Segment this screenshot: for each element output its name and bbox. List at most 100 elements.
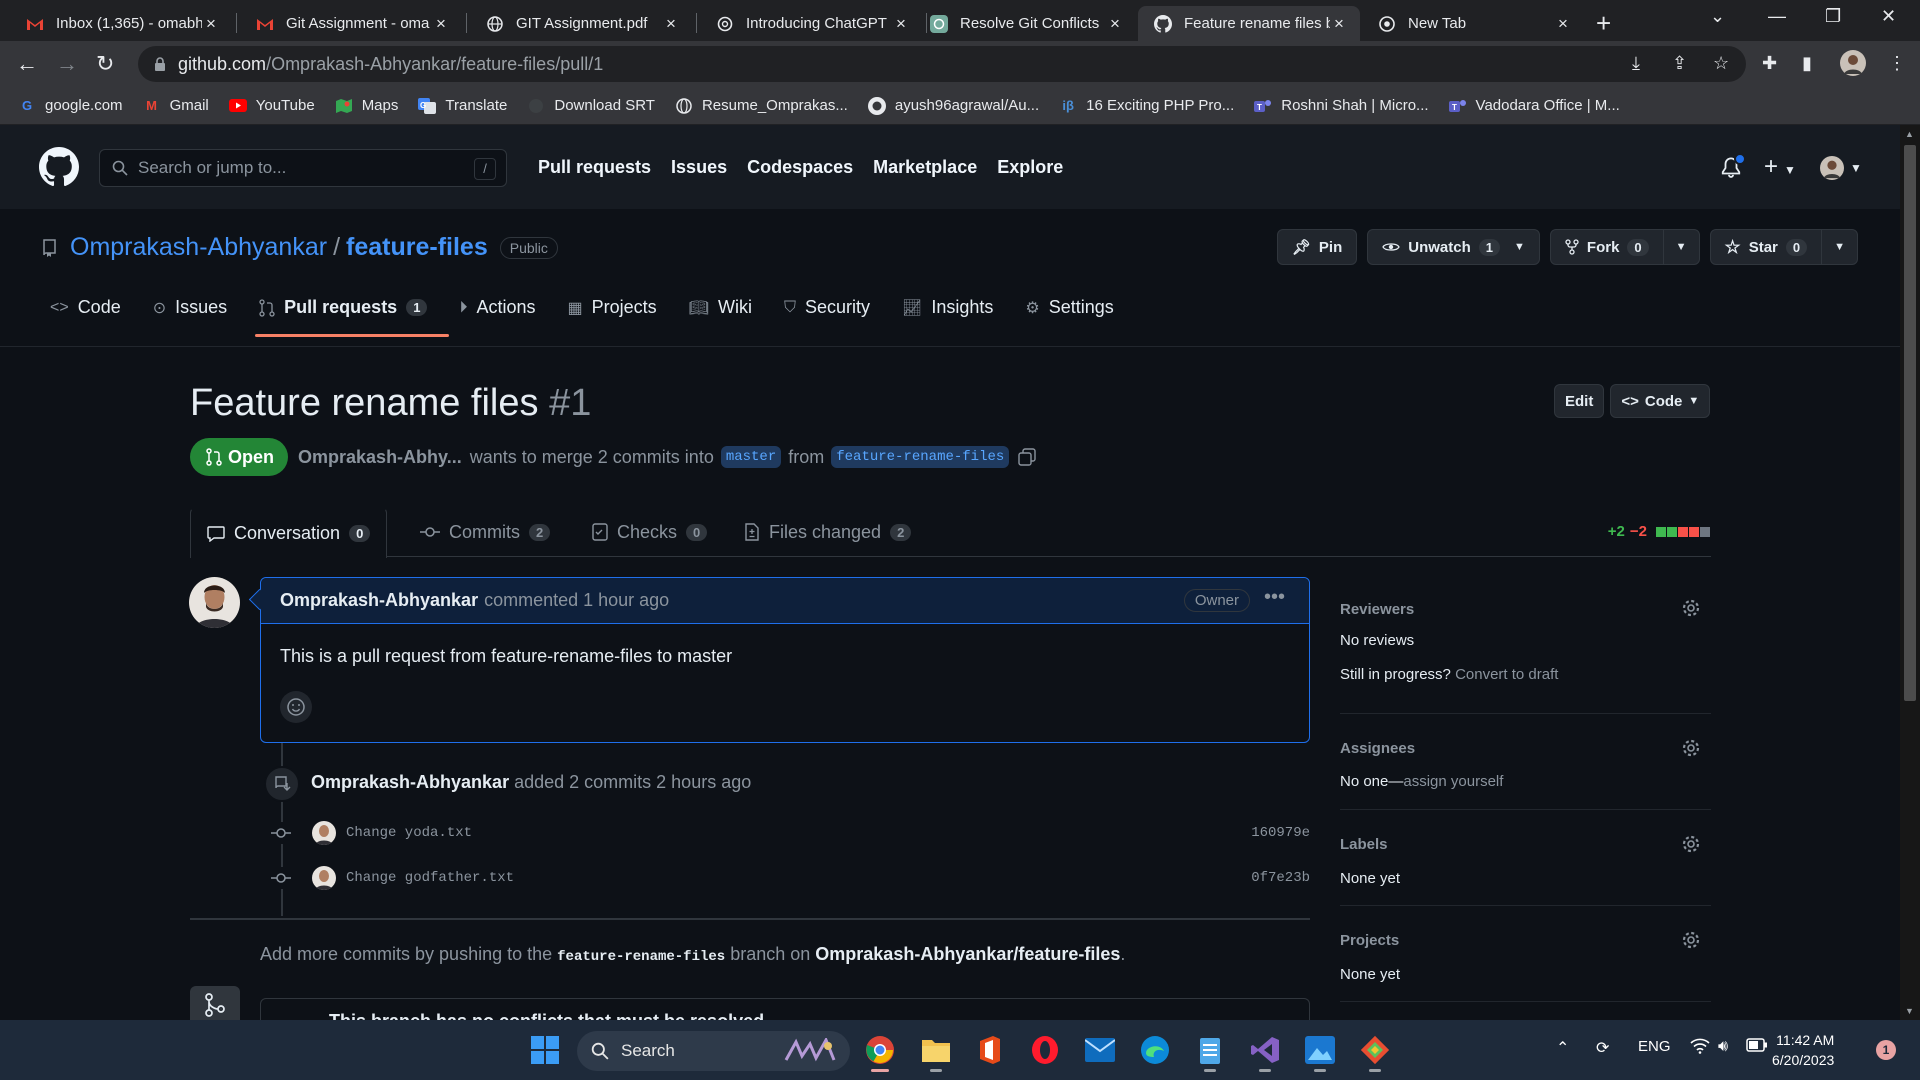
tab-projects[interactable]: ▦ Projects bbox=[565, 297, 666, 334]
close-icon[interactable]: × bbox=[1330, 14, 1348, 34]
chrome-menu-icon[interactable]: ⋮ bbox=[1888, 53, 1906, 74]
base-branch[interactable]: master bbox=[720, 446, 782, 468]
commit-sha-link[interactable]: 160979e bbox=[1251, 825, 1310, 841]
browser-tab[interactable]: Inbox (1,365) - omabh × bbox=[10, 6, 232, 41]
github-logo-icon[interactable] bbox=[39, 147, 79, 187]
browser-tab[interactable]: Resolve Git Conflicts × bbox=[914, 6, 1136, 41]
tab-issues[interactable]: ⊙ Issues bbox=[151, 297, 237, 334]
clock[interactable]: 11:42 AM 6/20/2023 bbox=[1772, 1030, 1834, 1070]
bookmark[interactable]: Ggoogle.com bbox=[18, 97, 123, 115]
nav-codespaces[interactable]: Codespaces bbox=[747, 157, 853, 178]
bookmark[interactable]: M Gmail bbox=[143, 97, 209, 115]
reload-icon[interactable]: ↻ bbox=[96, 51, 114, 77]
close-icon[interactable]: × bbox=[432, 14, 450, 34]
side-panel-icon[interactable]: ▮ bbox=[1802, 53, 1812, 74]
wifi-icon[interactable] bbox=[1690, 1038, 1710, 1054]
tab-security[interactable]: ⛉ Security bbox=[782, 297, 880, 334]
profile-avatar[interactable] bbox=[1840, 50, 1866, 76]
bookmark[interactable]: iβ 16 Exciting PHP Pro... bbox=[1059, 97, 1234, 115]
convert-to-draft-link[interactable]: Convert to draft bbox=[1455, 666, 1558, 683]
address-bar[interactable]: github.com/Omprakash-Abhyankar/feature-f… bbox=[138, 46, 1746, 82]
gear-icon[interactable] bbox=[1681, 834, 1701, 854]
tab-checks[interactable]: Checks 0 bbox=[576, 507, 723, 557]
gear-icon[interactable] bbox=[1681, 930, 1701, 950]
nav-explore[interactable]: Explore bbox=[997, 157, 1063, 178]
close-icon[interactable]: × bbox=[662, 14, 680, 34]
browser-tab[interactable]: Introducing ChatGPT × bbox=[700, 6, 922, 41]
chrome-app-icon[interactable] bbox=[860, 1030, 900, 1072]
close-icon[interactable]: × bbox=[1106, 14, 1124, 34]
head-branch[interactable]: feature-rename-files bbox=[831, 446, 1010, 468]
browser-tab[interactable]: GIT Assignment.pdf × bbox=[470, 6, 692, 41]
avatar[interactable] bbox=[312, 821, 336, 845]
windows-start-icon[interactable] bbox=[525, 1030, 565, 1070]
minimize-icon[interactable]: — bbox=[1768, 6, 1786, 27]
create-new-icon[interactable]: + ▼ bbox=[1764, 153, 1796, 181]
browser-tab[interactable]: New Tab × bbox=[1362, 6, 1584, 41]
nav-issues[interactable]: Issues bbox=[671, 157, 727, 178]
edge-icon[interactable] bbox=[1135, 1030, 1175, 1070]
assignees-heading[interactable]: Assignees bbox=[1340, 740, 1711, 757]
tab-files-changed[interactable]: Files changed 2 bbox=[728, 507, 927, 557]
push-repo-link[interactable]: Omprakash-Abhyankar/feature-files bbox=[815, 944, 1120, 964]
language-indicator[interactable]: ENG bbox=[1638, 1038, 1671, 1055]
scroll-thumb[interactable] bbox=[1904, 145, 1916, 701]
code-button[interactable]: <> Code ▼ bbox=[1610, 384, 1711, 418]
close-icon[interactable]: × bbox=[1554, 14, 1572, 34]
mail-icon[interactable] bbox=[1080, 1030, 1120, 1070]
tab-insights[interactable]: 📈︎ Insights bbox=[900, 297, 1003, 334]
bookmark[interactable]: T Roshni Shah | Micro... bbox=[1254, 97, 1429, 115]
tab-actions[interactable]: ⏵ Actions bbox=[457, 297, 545, 334]
edit-button[interactable]: Edit bbox=[1554, 384, 1605, 418]
taskbar-search[interactable]: Search bbox=[577, 1031, 850, 1071]
git-app-icon[interactable] bbox=[1355, 1030, 1395, 1072]
bookmark[interactable]: Resume_Omprakas... bbox=[675, 97, 848, 115]
assign-yourself-link[interactable]: assign yourself bbox=[1403, 773, 1503, 790]
tab-commits[interactable]: Commits 2 bbox=[404, 507, 566, 557]
notification-badge[interactable]: 1 bbox=[1876, 1040, 1896, 1060]
forward-icon[interactable]: → bbox=[56, 51, 78, 77]
scroll-up-icon[interactable]: ▲ bbox=[1905, 129, 1914, 139]
page-scrollbar[interactable]: ▲ ▼ bbox=[1900, 125, 1920, 1020]
avatar[interactable] bbox=[312, 866, 336, 890]
bookmark[interactable]: Download SRT bbox=[527, 97, 655, 115]
repo-name-link[interactable]: feature-files bbox=[346, 233, 488, 262]
new-tab-button[interactable]: + bbox=[1596, 8, 1611, 39]
restore-icon[interactable]: ❐ bbox=[1825, 6, 1841, 27]
star-dropdown[interactable]: ▼ bbox=[1821, 230, 1857, 264]
close-window-icon[interactable]: ✕ bbox=[1881, 6, 1896, 27]
user-menu-avatar[interactable]: ▼ bbox=[1820, 156, 1862, 180]
pin-button[interactable]: 📌︎ Pin bbox=[1276, 229, 1358, 265]
bookmark[interactable]: Maps bbox=[335, 97, 398, 115]
bookmark[interactable]: YouTube bbox=[228, 97, 315, 115]
opera-icon[interactable] bbox=[1025, 1030, 1065, 1070]
commit-message-link[interactable]: Change yoda.txt bbox=[346, 825, 472, 841]
sync-icon[interactable]: ⟳ bbox=[1596, 1038, 1609, 1058]
add-reaction-button[interactable] bbox=[280, 691, 312, 723]
photos-icon[interactable] bbox=[1300, 1030, 1340, 1072]
bookmark-star-icon[interactable]: ☆ bbox=[1713, 53, 1729, 74]
bookmark[interactable]: ayush96agrawal/Au... bbox=[867, 96, 1039, 115]
watch-button[interactable]: Unwatch 1 ▼ bbox=[1367, 229, 1540, 265]
browser-tab[interactable]: Git Assignment - oma × bbox=[240, 6, 462, 41]
visual-studio-icon[interactable] bbox=[1245, 1030, 1285, 1072]
bell-icon[interactable] bbox=[1720, 153, 1746, 179]
gear-icon[interactable] bbox=[1681, 598, 1701, 618]
tab-code[interactable]: <> Code bbox=[48, 297, 131, 334]
commit-sha-link[interactable]: 0f7e23b bbox=[1251, 870, 1310, 886]
avatar[interactable] bbox=[189, 577, 240, 628]
scroll-down-icon[interactable]: ▼ bbox=[1905, 1006, 1914, 1016]
notepad-icon[interactable] bbox=[1190, 1030, 1230, 1072]
install-icon[interactable]: ⤓ bbox=[1632, 53, 1640, 74]
kebab-menu-icon[interactable]: ••• bbox=[1264, 586, 1285, 609]
bookmark[interactable]: G Translate bbox=[418, 97, 507, 115]
back-icon[interactable]: ← bbox=[16, 51, 38, 77]
tab-search-icon[interactable]: ⌄ bbox=[1710, 6, 1725, 27]
bookmark[interactable]: T Vadodara Office | M... bbox=[1448, 97, 1620, 115]
nav-pull-requests[interactable]: Pull requests bbox=[538, 157, 651, 178]
labels-heading[interactable]: Labels bbox=[1340, 836, 1711, 853]
close-icon[interactable]: × bbox=[202, 14, 220, 34]
copy-icon[interactable] bbox=[1018, 448, 1036, 466]
search-input[interactable]: Search or jump to... / bbox=[99, 149, 507, 187]
nav-marketplace[interactable]: Marketplace bbox=[873, 157, 977, 178]
